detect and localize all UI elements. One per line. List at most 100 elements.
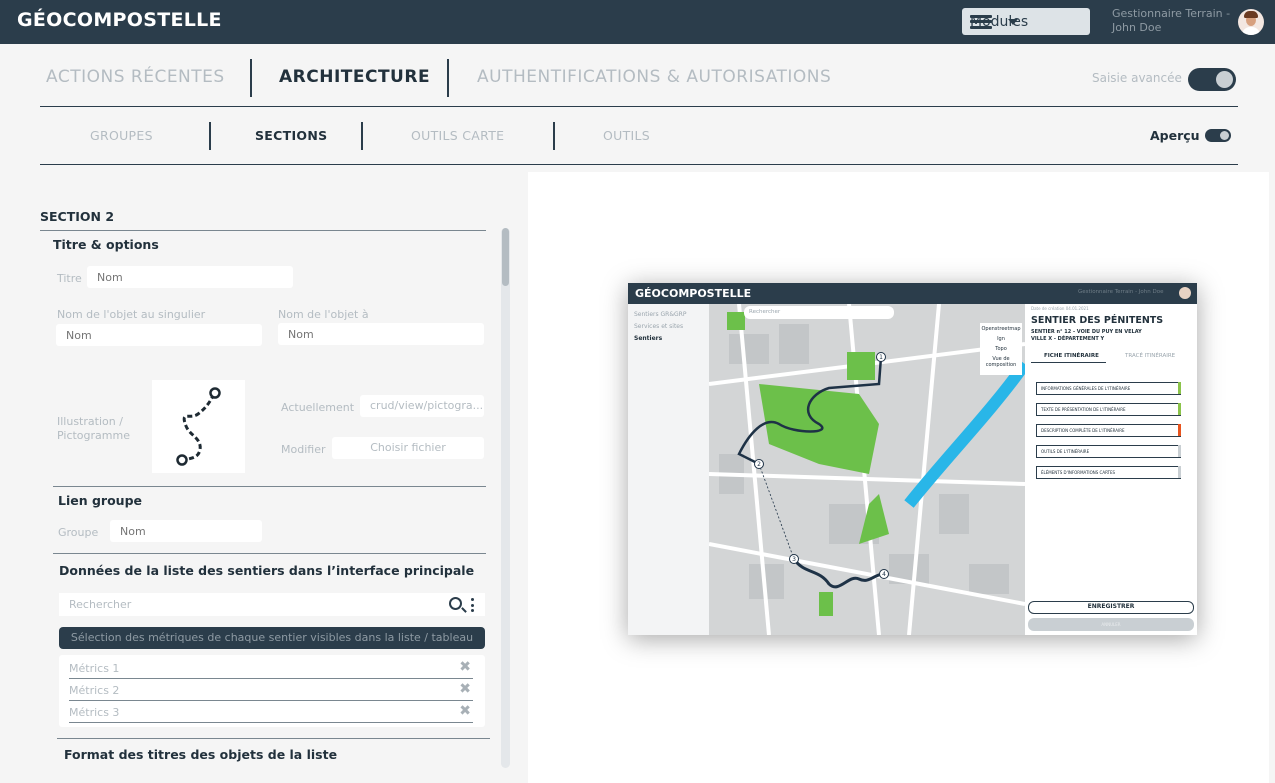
tab-divider [361,122,363,150]
layer-item: Ign [997,336,1005,342]
layer-item: Openstreetmap [981,326,1021,332]
preview-item: OUTILS DE L'ITINÉRAIRE [1036,445,1181,458]
divider [40,230,486,231]
preview-subtitle2: VILLE X - DÉPARTEMENT Y [1031,336,1105,342]
modules-button[interactable]: Modules [962,8,1090,35]
donnees-heading: Données de la liste des sentiers dans l’… [59,563,475,578]
metrics-selection-bar[interactable]: Sélection des métriques de chaque sentie… [59,627,485,649]
preview-sidebar: Sentiers GR&GRP Services et sites Sentie… [628,304,709,635]
preview-layer-box: Openstreetmap Ign Topo Vue de compositio… [980,323,1022,375]
preview-top-bar: GÉOCOMPOSTELLE Gestionnaire Terrain - Jo… [628,283,1197,304]
metrics-list: Métrics 1 ✖ Métrics 2 ✖ Métrics 3 ✖ [59,655,485,727]
lien-groupe-heading: Lien groupe [58,493,143,508]
layer-item: Topo [995,346,1007,352]
list-item: Métrics 3 ✖ [69,701,473,723]
metrics-search-input[interactable]: Rechercher [59,593,485,616]
tab-divider [447,59,449,97]
preview-brand: GÉOCOMPOSTELLE [635,287,752,300]
metric-label: Métrics 3 [69,706,120,719]
divider [1031,362,1106,363]
waypoint-label: 2 [757,461,761,468]
preview-user: Gestionnaire Terrain - John Doe [1078,289,1164,295]
preview-save-button: ENREGISTRER [1028,601,1194,614]
preview-avatar [1179,287,1191,299]
metric-label: Métrics 1 [69,662,120,675]
titre-label: Titre [57,272,82,285]
a-input[interactable] [278,323,484,345]
divider [53,486,486,487]
tab-outils-carte[interactable]: OUTILS CARTE [411,128,504,143]
metric-label: Métrics 2 [69,684,120,697]
preview-map: 1 2 3 4 [709,304,1025,635]
apercu-toggle[interactable] [1205,129,1231,142]
preview-item: DESCRIPTION COMPLÈTE DE L'ITINÉRAIRE [1036,424,1181,437]
preview-item: ÉLÉMENTS D'INFORMATIONS CARTES [1036,466,1181,479]
actuellement-value: crud/view/pictogra... [360,395,484,417]
list-item: Métrics 2 ✖ [69,679,473,701]
actuellement-label: Actuellement [281,401,355,414]
apercu-label: Aperçu [1150,128,1200,143]
tab-divider [250,59,252,97]
preview-title: SENTIER DES PÉNITENTS [1031,315,1164,326]
search-placeholder: Rechercher [69,598,132,611]
titre-options-heading: Titre & options [53,237,159,252]
preview-date: Date de création 04.01.2021 [1031,306,1089,311]
tab-architecture[interactable]: ARCHITECTURE [279,67,430,87]
tab-actions-recentes[interactable]: ACTIONS RÉCENTES [46,67,225,87]
divider [40,106,1238,107]
tab-outils[interactable]: OUTILS [603,128,650,143]
preview-screenshot: GÉOCOMPOSTELLE Gestionnaire Terrain - Jo… [628,283,1197,635]
waypoint-label: 4 [882,571,886,578]
preview-tab: TRACÉ ITINÉRAIRE [1125,353,1176,359]
waypoint-label: 1 [879,354,883,361]
search-icon[interactable] [449,597,462,610]
divider [40,164,1238,165]
top-bar: GÉOCOMPOSTELLE Modules Gestionnaire Terr… [0,0,1275,44]
saisie-avancee-toggle[interactable] [1188,68,1236,91]
remove-icon[interactable]: ✖ [459,681,471,697]
tab-groupes[interactable]: GROUPES [90,128,153,143]
preview-subtitle: SENTIER n° 12 - VOIE DU PUY EN VELAY [1031,329,1142,335]
a-label: Nom de l'objet à [278,308,369,321]
preview-sidebar-item: Services et sites [634,323,684,330]
map-graphic: 1 2 3 4 [709,304,1025,635]
layer-item: Vue de composition [985,356,1017,368]
picto-label: Illustration / Pictogramme [57,415,130,442]
tab-divider [209,122,211,150]
preview-tab: FICHE ITINÉRAIRE [1044,353,1099,359]
section-title: SECTION 2 [40,209,115,224]
tab-divider [553,122,555,150]
more-options-icon[interactable] [471,598,475,612]
divider [57,738,490,739]
preview-item: TEXTE DE PRÉSENTATION DE L'ITINÉRAIRE [1036,403,1181,416]
groupe-label: Groupe [58,526,99,539]
form-scrollbar[interactable] [501,228,510,768]
preview-details-panel: Date de création 04.01.2021 SENTIER DES … [1025,304,1197,635]
preview-sidebar-item: Sentiers GR&GRP [634,311,687,318]
modules-label: Modules [970,13,1029,30]
remove-icon[interactable]: ✖ [459,703,471,719]
preview-item: INFORMATIONS GÉNÉRALES DE L'ITINÉRAIRE [1036,382,1181,395]
preview-secondary-button: ANNULER [1028,618,1194,631]
preview-search: Rechercher [744,306,894,319]
divider [53,553,486,554]
titre-input[interactable] [87,266,293,288]
avatar[interactable] [1238,9,1264,35]
pictogram-preview [152,380,245,473]
saisie-avancee-label: Saisie avancée [1092,71,1182,85]
app-brand[interactable]: GÉOCOMPOSTELLE [17,9,222,31]
groupe-input[interactable] [110,520,262,542]
modifier-label: Modifier [281,443,326,456]
trail-icon [176,387,221,466]
list-item: Métrics 1 ✖ [69,657,473,679]
choose-file-button[interactable]: Choisir fichier [332,437,484,459]
user-name: Gestionnaire Terrain - John Doe [1112,7,1231,34]
tab-sections[interactable]: SECTIONS [255,128,327,143]
singular-input[interactable] [56,324,262,346]
preview-sidebar-item: Sentiers [634,335,663,342]
singular-label: Nom de l'objet au singulier [57,308,206,321]
tab-authentifications[interactable]: AUTHENTIFICATIONS & AUTORISATIONS [477,67,831,87]
remove-icon[interactable]: ✖ [459,659,471,675]
waypoint-label: 3 [792,556,796,563]
format-heading: Format des titres des objets de la liste [64,747,338,762]
